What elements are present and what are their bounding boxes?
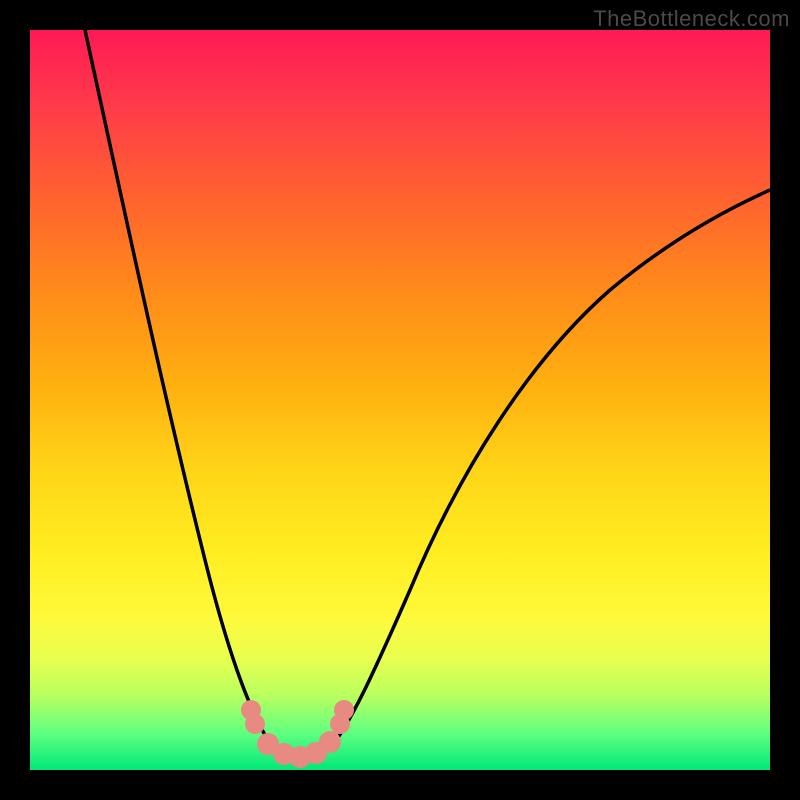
chart-area — [30, 30, 770, 770]
curve-right — [330, 190, 770, 748]
curve-svg — [30, 30, 770, 770]
marker-group — [241, 700, 354, 768]
watermark-text: TheBottleneck.com — [593, 6, 790, 32]
curve-left — [85, 30, 285, 755]
